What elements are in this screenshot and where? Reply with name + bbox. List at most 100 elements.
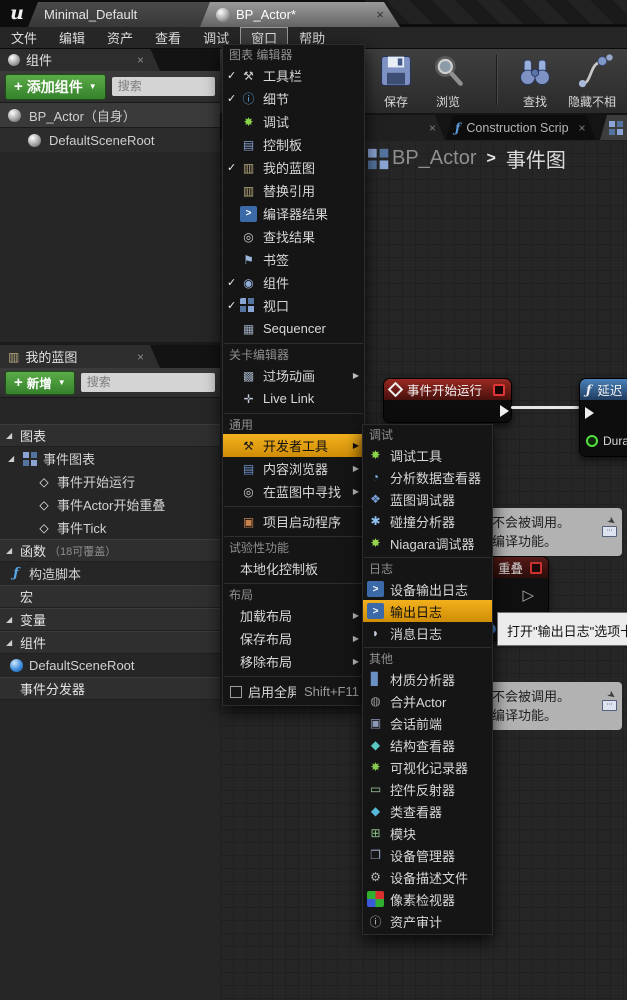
toolbar-button-find[interactable]: 查找 — [507, 53, 563, 110]
components-panel-tab[interactable]: 组件 × — [0, 48, 160, 71]
menu-item[interactable]: ✓ⓘ细节 — [223, 87, 364, 110]
event-beginplay-node[interactable]: 事件开始运行 — [383, 378, 512, 423]
checkbox[interactable] — [230, 686, 242, 698]
menu-item[interactable]: ✓◉组件 — [223, 271, 364, 294]
menu-item[interactable]: ▩过场动画▶ — [223, 364, 364, 387]
menu-item[interactable]: 保存布局▶ — [223, 627, 364, 650]
menu-item[interactable]: ▤控制板 — [223, 133, 364, 156]
menu-item[interactable]: ▊材质分析器 — [363, 668, 492, 690]
menu-item[interactable]: ✸可视化记录器 — [363, 756, 492, 778]
menu-item[interactable]: ◎在蓝图中寻找▶ — [223, 480, 364, 503]
mbp-section-row[interactable]: ◢变量 — [0, 608, 220, 631]
menu-item[interactable]: ▦Sequencer — [223, 317, 364, 340]
hide-unrelated-icon — [578, 53, 614, 92]
menu-item[interactable]: ▣项目启动程序 — [223, 510, 364, 533]
mbp-item-row[interactable]: ◇事件开始运行 — [0, 470, 220, 493]
menu-item[interactable]: >输出日志 — [363, 600, 492, 622]
menu-item[interactable]: 加载布局▶ — [223, 604, 364, 627]
menu-item-label: 设备管理器 — [390, 846, 487, 865]
panel-tab-label: 组件 — [26, 50, 52, 69]
menu-item[interactable]: ◍合并Actor — [363, 690, 492, 712]
exec-input-pin[interactable] — [585, 407, 594, 419]
menu-item[interactable]: ✓视口 — [223, 294, 364, 317]
mbp-section-row[interactable]: 事件分发器 — [0, 677, 220, 700]
menu-item[interactable]: 移除布局▶ — [223, 650, 364, 673]
add-component-button[interactable]: + 添加组件 ▼ — [5, 74, 106, 100]
menubar-item-3[interactable]: 资产 — [96, 27, 144, 48]
menu-item[interactable]: ✓⚒工具栏 — [223, 64, 364, 87]
menu-item[interactable]: ✸Niagara调试器 — [363, 532, 492, 554]
expander-icon: ◢ — [6, 638, 20, 647]
menu-item[interactable]: ◆类查看器 — [363, 800, 492, 822]
menubar-item-2[interactable]: 编辑 — [48, 27, 96, 48]
menu-item[interactable]: ✛Live Link — [223, 387, 364, 410]
menu-item[interactable]: ✸调试工具 — [363, 444, 492, 466]
toolbar-button-save[interactable]: 保存 — [368, 53, 424, 110]
menu-item[interactable]: ❖蓝图调试器 — [363, 488, 492, 510]
close-icon[interactable]: × — [579, 121, 586, 135]
mbp-item-row[interactable]: DefaultSceneRoot — [0, 654, 220, 677]
my-blueprint-panel-tab[interactable]: ▥ 我的蓝图 × — [0, 345, 160, 368]
close-icon[interactable]: × — [376, 7, 384, 22]
menu-item[interactable]: ✓▥我的蓝图 — [223, 156, 364, 179]
close-icon[interactable]: × — [137, 53, 144, 67]
menu-item[interactable]: ⊞模块 — [363, 822, 492, 844]
menu-item[interactable]: ✸调试 — [223, 110, 364, 133]
menu-item[interactable]: 本地化控制板 — [223, 557, 364, 580]
titlebar: u Minimal_Default BP_Actor* × — [0, 0, 627, 27]
component-tree-row[interactable]: DefaultSceneRoot — [0, 128, 220, 152]
window-tab-minimal-default[interactable]: Minimal_Default — [28, 2, 230, 27]
menu-item[interactable]: ◆结构查看器 — [363, 734, 492, 756]
debug-stop-icon[interactable] — [493, 384, 505, 396]
menu-item[interactable]: ❒设备管理器 — [363, 844, 492, 866]
menu-item[interactable]: >设备输出日志 — [363, 578, 492, 600]
button-label: 添加组件 — [27, 77, 83, 97]
debug-stop-icon[interactable] — [530, 562, 542, 574]
exec-pin-hollow[interactable]: ▷ — [522, 586, 534, 604]
menu-item[interactable]: >编译器结果 — [223, 202, 364, 225]
add-new-button[interactable]: + 新增 ▼ — [5, 371, 75, 395]
menu-item[interactable]: ◎查找结果 — [223, 225, 364, 248]
menu-item[interactable]: ▭控件反射器 — [363, 778, 492, 800]
panel-tab-label: 我的蓝图 — [25, 347, 77, 366]
menu-item[interactable]: ⚑书签 — [223, 248, 364, 271]
menubar-item-4[interactable]: 查看 — [144, 27, 192, 48]
mbp-section-row[interactable]: ◢图表 — [0, 424, 220, 447]
component-tree-row[interactable]: BP_Actor（自身） — [0, 103, 220, 128]
mbp-item-row[interactable]: ◇事件Actor开始重叠 — [0, 493, 220, 516]
doc-tab-event-graph[interactable] — [600, 115, 627, 140]
menu-item-fullscreen[interactable]: 启用全屏Shift+F11 — [223, 680, 364, 703]
menu-item[interactable]: ⓘ资产审计 — [363, 910, 492, 932]
menu-item[interactable]: 像素检视器 — [363, 888, 492, 910]
duration-pin[interactable] — [586, 435, 598, 447]
mbp-section-row[interactable]: 宏 — [0, 585, 220, 608]
toolbar-button-browse[interactable]: 浏览 — [420, 53, 476, 110]
my-blueprint-search-input[interactable]: 搜索 — [81, 373, 215, 392]
close-icon[interactable]: × — [429, 121, 436, 135]
window-tab-bp-actor[interactable]: BP_Actor* × — [200, 2, 400, 27]
menu-item-label: 类查看器 — [390, 802, 487, 821]
doc-tab-construction-script[interactable]: ƒ Construction Scrip × — [446, 115, 596, 140]
mbp-section-row[interactable]: ◢组件 — [0, 631, 220, 654]
mbp-item-row[interactable]: ƒ构造脚本 — [0, 562, 220, 585]
delay-node[interactable]: ƒ 延迟 Durati — [579, 378, 627, 457]
menu-item[interactable]: ▥替换引用 — [223, 179, 364, 202]
mbp-section-row[interactable]: ◢函数（18可覆盖） — [0, 539, 220, 562]
menu-item[interactable]: ◔分析数据查看器 — [363, 466, 492, 488]
menu-item[interactable]: ⚙设备描述文件 — [363, 866, 492, 888]
mbp-item-row[interactable]: ◇事件Tick — [0, 516, 220, 539]
menu-item[interactable]: ▤内容浏览器▶ — [223, 457, 364, 480]
close-icon[interactable]: × — [137, 350, 144, 364]
mbp-item-row[interactable]: ◢事件图表 — [0, 447, 220, 470]
menu-item[interactable]: ▣会话前端 — [363, 712, 492, 734]
sequencer-icon: ▦ — [240, 321, 257, 337]
components-search-input[interactable]: 搜索 — [112, 77, 215, 96]
menu-item[interactable]: ⚒开发者工具▶ — [223, 434, 364, 457]
menu-item[interactable]: ◗消息日志 — [363, 622, 492, 644]
exec-output-pin[interactable] — [500, 405, 509, 417]
menu-item[interactable]: ✱碰撞分析器 — [363, 510, 492, 532]
submenu-arrow-icon: ▶ — [353, 634, 359, 643]
menubar-item-1[interactable]: 文件 — [0, 27, 48, 48]
menu-section-header: 关卡编辑器 — [223, 347, 364, 364]
breadcrumb-root[interactable]: BP_Actor — [392, 147, 476, 170]
